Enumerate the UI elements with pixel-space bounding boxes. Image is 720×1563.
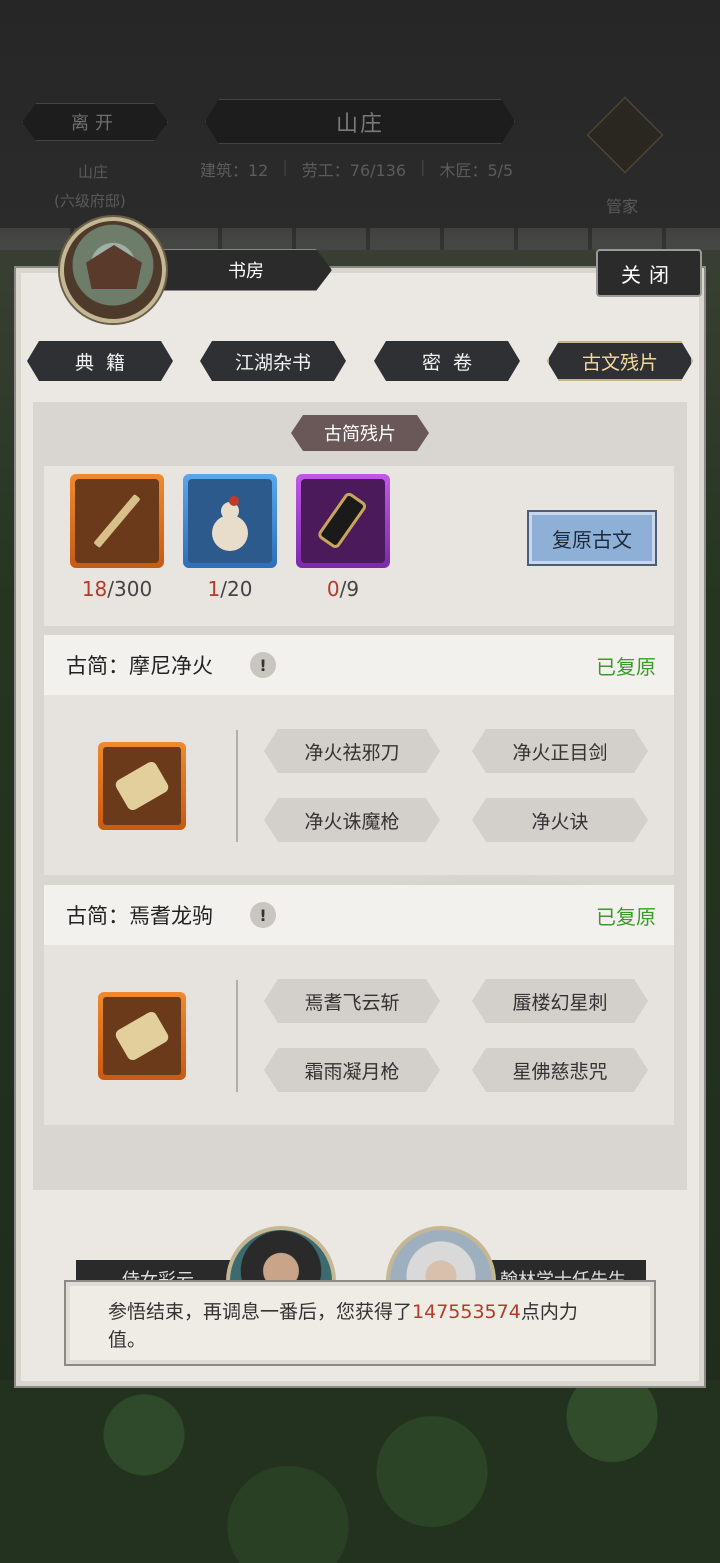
result-toast: 参悟结束，再调息一番后，您获得了147553574点内力值。 xyxy=(64,1280,656,1366)
restore-text-button[interactable]: 复原古文 xyxy=(527,510,657,566)
info-icon[interactable]: ! xyxy=(250,902,276,928)
section-title: 古简残片 xyxy=(291,415,429,451)
skill-tag[interactable]: 焉耆飞云斩 xyxy=(264,979,440,1023)
skill-tag[interactable]: 蜃楼幻星刺 xyxy=(472,979,648,1023)
close-button[interactable]: 关闭 xyxy=(596,249,702,297)
manor-title: 山庄 xyxy=(205,99,515,144)
bamboo-slip-icon[interactable] xyxy=(70,474,164,568)
skill-tag[interactable]: 霜雨凝月枪 xyxy=(264,1048,440,1092)
toast-value: 147553574 xyxy=(412,1301,521,1323)
skill-tag[interactable]: 净火祛邪刀 xyxy=(264,729,440,773)
tab-secret-scrolls[interactable]: 密卷 xyxy=(374,341,520,381)
skill-tag[interactable]: 净火诛魔枪 xyxy=(264,798,440,842)
tab-jianghu-books[interactable]: 江湖杂书 xyxy=(200,341,346,381)
scroll-case-count: 0/9 xyxy=(326,577,360,601)
restored-status: 已复原 xyxy=(596,904,656,929)
group-title: 古简：摩尼净火 xyxy=(66,654,213,678)
toast-prefix: 参悟结束，再调息一番后，您获得了 xyxy=(108,1301,413,1323)
scroll-case-icon[interactable] xyxy=(296,474,390,568)
divider xyxy=(236,980,238,1092)
skill-tag[interactable]: 净火正目剑 xyxy=(472,729,648,773)
restored-status: 已复原 xyxy=(596,654,656,679)
manor-stats: 建筑：12 | 劳工：76/136 | 木匠：5/5 xyxy=(200,157,514,180)
stat-laborers: 劳工：76/136 xyxy=(301,161,407,180)
gourd-icon[interactable] xyxy=(183,474,277,568)
tab-classics[interactable]: 典籍 xyxy=(27,341,173,381)
room-title: 书房 xyxy=(160,249,332,291)
fragment-group-header: 古简：焉耆龙驹 ! 已复原 xyxy=(44,885,674,945)
skill-tag[interactable]: 星佛慈悲咒 xyxy=(472,1048,648,1092)
study-building-icon xyxy=(60,217,166,323)
divider xyxy=(236,730,238,842)
group-title: 古简：焉耆龙驹 xyxy=(66,904,213,928)
scroll-icon[interactable] xyxy=(98,742,186,830)
tab-ancient-fragments[interactable]: 古文残片 xyxy=(547,341,693,381)
info-icon[interactable]: ! xyxy=(250,652,276,678)
skill-tag[interactable]: 净火诀 xyxy=(472,798,648,842)
scroll-icon[interactable] xyxy=(98,992,186,1080)
stat-carpenters: 木匠：5/5 xyxy=(439,161,514,180)
bamboo-slip-count: 18/300 xyxy=(81,577,153,601)
stat-buildings: 建筑：12 xyxy=(200,161,269,180)
fragment-group-header: 古简：摩尼净火 ! 已复原 xyxy=(44,635,674,695)
gourd-count: 1/20 xyxy=(207,577,253,601)
steward-label: 管家 xyxy=(606,197,639,216)
leave-button[interactable]: 离开 xyxy=(22,103,168,141)
manor-sub-title: 山庄 xyxy=(78,163,109,181)
manor-level: (六级府邸) xyxy=(54,192,126,210)
foliage xyxy=(0,1380,720,1563)
